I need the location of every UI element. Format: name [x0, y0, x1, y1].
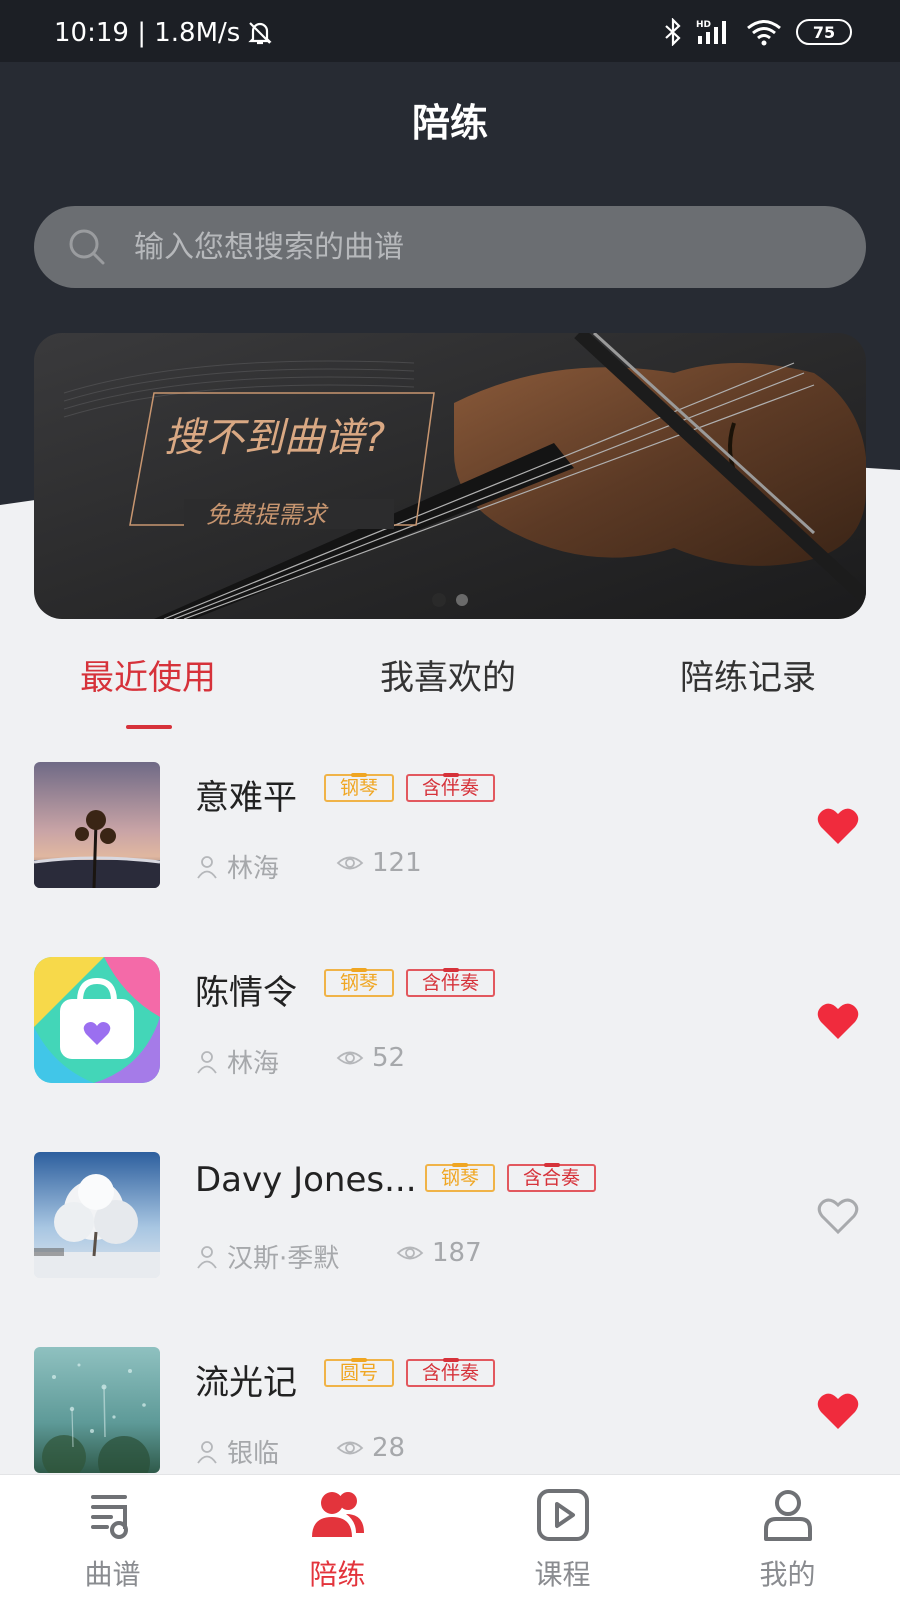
- song-thumbnail: [34, 957, 160, 1083]
- author-name: 林海: [227, 1049, 280, 1079]
- song-thumbnail: [34, 762, 160, 888]
- search-input[interactable]: [134, 229, 734, 265]
- person-icon: [197, 855, 217, 879]
- view-count: 52: [372, 1043, 406, 1073]
- song-views: 52: [336, 1043, 405, 1073]
- bluetooth-icon: [665, 18, 681, 46]
- accompaniment-tag: 含伴奏: [406, 968, 496, 997]
- song-views: 121: [336, 848, 422, 878]
- status-time: 10:19 | 1.8M/s: [54, 18, 241, 48]
- nav-item-courses[interactable]: 课程: [450, 1475, 675, 1600]
- play-icon: [536, 1489, 589, 1541]
- heart-filled-icon[interactable]: [816, 806, 860, 846]
- song-thumbnail: [34, 1347, 160, 1473]
- song-author: 银临: [195, 1433, 279, 1470]
- song-tags: 钢琴 含伴奏: [324, 773, 496, 802]
- eye-icon: [336, 1051, 364, 1065]
- instrument-tag: 钢琴: [425, 1163, 496, 1192]
- list-item[interactable]: 陈情令 钢琴 含伴奏 林海 52: [0, 957, 900, 1087]
- active-tab-indicator: [126, 725, 172, 729]
- signal-icon: HD: [696, 20, 726, 44]
- banner-subline: 免费提需求: [206, 501, 329, 529]
- list-item[interactable]: Davy Jones... 钢琴 含合奏 汉斯·季默 187: [0, 1152, 900, 1282]
- song-author: 林海: [195, 1043, 279, 1080]
- song-title: 意难平: [195, 778, 297, 818]
- heart-filled-icon[interactable]: [816, 1391, 860, 1431]
- person-icon: [197, 1245, 217, 1269]
- instrument-tag: 钢琴: [324, 773, 395, 802]
- person-icon: [197, 1050, 217, 1074]
- tab-bar: 最近使用 我喜欢的 陪练记录: [0, 650, 900, 730]
- person-icon: [197, 1440, 217, 1464]
- banner-dot-2[interactable]: [456, 594, 468, 606]
- accompaniment-tag: 含伴奏: [406, 1358, 496, 1387]
- instrument-tag: 圆号: [324, 1358, 395, 1387]
- status-left: 10:19 | 1.8M/s: [54, 18, 274, 48]
- heart-outline-icon[interactable]: [816, 1196, 860, 1236]
- accompaniment-tag: 含伴奏: [406, 773, 496, 802]
- wifi-icon: [747, 20, 781, 46]
- banner-pagination: [34, 593, 866, 607]
- banner-headline: 搜不到曲谱?: [164, 415, 385, 461]
- song-views: 187: [396, 1238, 482, 1268]
- song-thumbnail: [34, 1152, 160, 1278]
- list-item[interactable]: 意难平 钢琴 含伴奏 林海 121: [0, 762, 900, 892]
- song-author: 汉斯·季默: [195, 1238, 339, 1275]
- status-bar: 10:19 | 1.8M/s HD 75: [0, 0, 900, 62]
- music-score-icon: [90, 1495, 128, 1539]
- bottom-navigation: 曲谱 陪练 课程 我的: [0, 1474, 900, 1600]
- eye-icon: [336, 856, 364, 870]
- song-tags: 钢琴 含合奏: [425, 1163, 597, 1192]
- eye-icon: [336, 1441, 364, 1455]
- view-count: 187: [432, 1238, 482, 1268]
- banner-dot-1[interactable]: [432, 593, 446, 607]
- view-count: 28: [372, 1433, 406, 1463]
- tab-recent[interactable]: 最近使用: [80, 650, 216, 699]
- song-title: 流光记: [195, 1363, 297, 1403]
- author-name: 银临: [227, 1439, 280, 1469]
- search-bar[interactable]: [34, 206, 866, 288]
- author-name: 林海: [227, 854, 280, 884]
- song-author: 林海: [195, 848, 279, 885]
- song-views: 28: [336, 1433, 405, 1463]
- people-icon: [311, 1492, 364, 1537]
- nav-item-practice[interactable]: 陪练: [225, 1475, 450, 1600]
- violin-banner-image: 搜不到曲谱? 免费提需求: [34, 333, 866, 619]
- nav-label-scores: 曲谱: [84, 1558, 141, 1591]
- banner-carousel[interactable]: 搜不到曲谱? 免费提需求: [34, 333, 866, 619]
- user-icon: [763, 1490, 812, 1541]
- list-item[interactable]: 流光记 圆号 含伴奏 银临 28: [0, 1347, 900, 1477]
- song-tags: 钢琴 含伴奏: [324, 968, 496, 997]
- battery-indicator: 75: [796, 19, 852, 45]
- svg-text:HD: HD: [696, 20, 711, 30]
- author-name: 汉斯·季默: [227, 1244, 340, 1274]
- nav-label-practice: 陪练: [309, 1558, 366, 1591]
- search-icon: [69, 229, 105, 265]
- nav-label-courses: 课程: [534, 1558, 591, 1591]
- instrument-tag: 钢琴: [324, 968, 395, 997]
- status-right: HD 75: [664, 18, 852, 46]
- page-title: 陪练: [411, 101, 488, 145]
- nav-item-scores[interactable]: 曲谱: [0, 1475, 225, 1600]
- heart-filled-icon[interactable]: [816, 1001, 860, 1041]
- song-title: 陈情令: [195, 973, 297, 1013]
- song-title: Davy Jones...: [195, 1160, 417, 1200]
- nav-item-profile[interactable]: 我的: [675, 1475, 900, 1600]
- ensemble-tag: 含合奏: [507, 1163, 597, 1192]
- tab-favorites[interactable]: 我喜欢的: [380, 650, 516, 699]
- song-tags: 圆号 含伴奏: [324, 1358, 496, 1387]
- bell-muted-icon: [248, 22, 272, 45]
- view-count: 121: [372, 848, 422, 878]
- eye-icon: [396, 1246, 424, 1260]
- nav-label-profile: 我的: [759, 1558, 816, 1591]
- tab-practice-history[interactable]: 陪练记录: [680, 650, 816, 699]
